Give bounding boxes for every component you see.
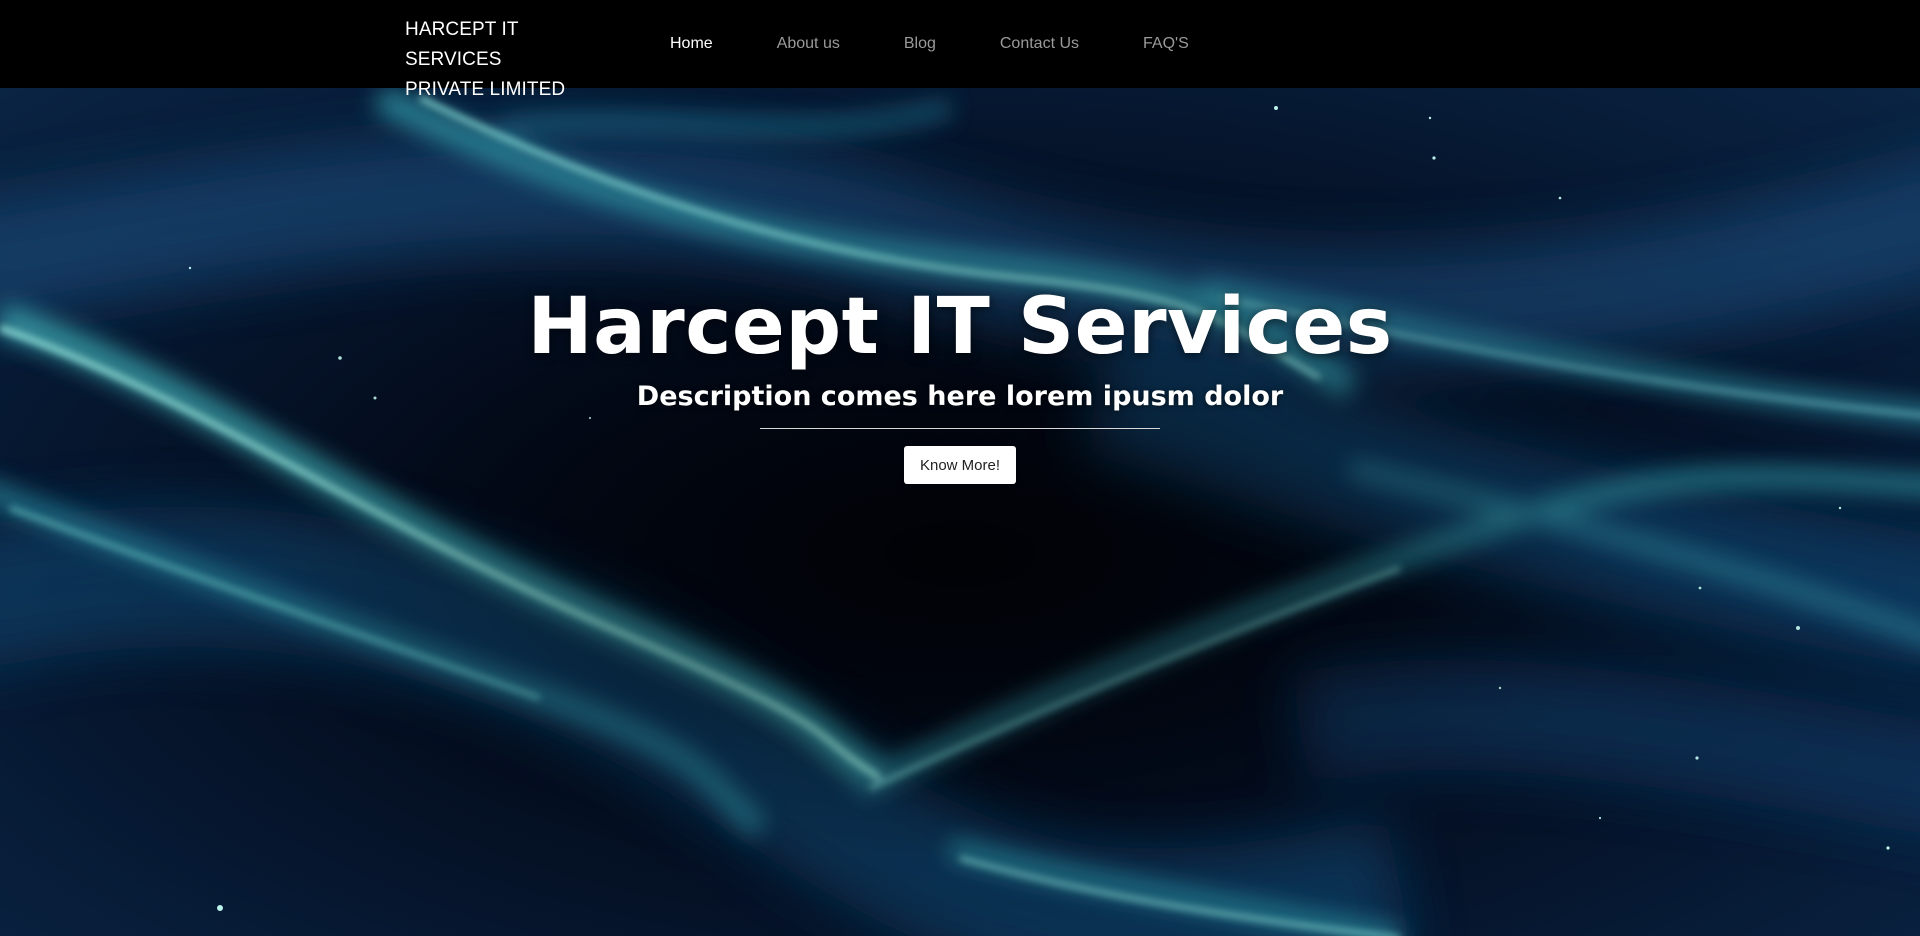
- top-navbar: HARCEPT IT SERVICES PRIVATE LIMITED Home…: [0, 0, 1920, 100]
- hero-subtitle: Description comes here lorem ipusm dolor: [636, 381, 1284, 412]
- nav-link-faqs[interactable]: FAQ'S: [1143, 35, 1189, 53]
- nav-links: Home About us Blog Contact Us FAQ'S: [670, 30, 1189, 58]
- brand-line-1: HARCEPT IT SERVICES: [405, 19, 519, 70]
- particle-wave-background: [0, 88, 1920, 936]
- nav-link-about-us[interactable]: About us: [777, 35, 840, 53]
- hero-divider: [760, 428, 1160, 429]
- hero-title: Harcept IT Services: [527, 282, 1393, 372]
- nav-link-contact-us[interactable]: Contact Us: [1000, 35, 1079, 53]
- brand-line-2: PRIVATE LIMITED: [405, 79, 566, 100]
- hero-section: Harcept IT Services Description comes he…: [0, 88, 1920, 936]
- brand-logo-text[interactable]: HARCEPT IT SERVICES PRIVATE LIMITED: [405, 15, 615, 105]
- nav-link-home[interactable]: Home: [670, 35, 713, 53]
- know-more-button[interactable]: Know More!: [904, 446, 1016, 484]
- nav-link-blog[interactable]: Blog: [904, 35, 936, 53]
